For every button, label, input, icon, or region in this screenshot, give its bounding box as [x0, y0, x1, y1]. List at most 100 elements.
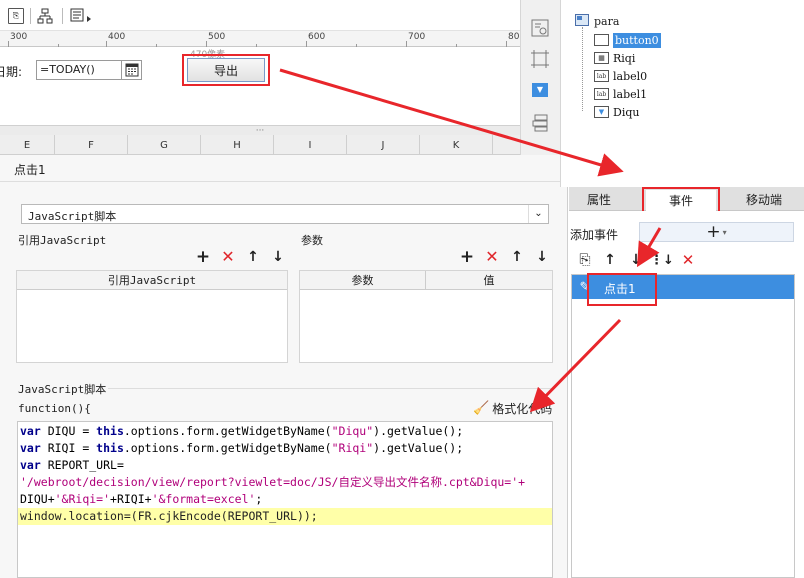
- arrow-up-icon[interactable]: ↑: [246, 250, 260, 264]
- button-widget-icon: [594, 34, 609, 46]
- event-list: ✎ 点击1: [571, 274, 795, 578]
- form-canvas: 日期: =TODAY() 470像素 导出: [0, 47, 520, 125]
- ref-js-table[interactable]: 引用JavaScript: [16, 270, 288, 363]
- dropdown-widget-icon: ▼: [594, 106, 609, 118]
- delete-icon[interactable]: ✕: [485, 249, 499, 265]
- tree-item-label0[interactable]: lab label0: [594, 67, 647, 85]
- copy-icon[interactable]: ⎘: [578, 253, 592, 267]
- tree-icon[interactable]: [37, 8, 53, 24]
- script-type-value: JavaScript脚本: [28, 210, 117, 223]
- code-line-1: var DIQU = this.options.form.getWidgetBy…: [20, 424, 464, 438]
- column-header[interactable]: H: [201, 135, 274, 155]
- delete-icon[interactable]: ✕: [681, 252, 695, 267]
- code-editor[interactable]: var DIQU = this.options.form.getWidgetBy…: [17, 421, 553, 578]
- column-header[interactable]: E: [0, 135, 55, 155]
- arrow-down-icon[interactable]: ↓: [629, 253, 643, 267]
- settings-icon[interactable]: [531, 19, 549, 37]
- events-tab-highlight: [642, 187, 720, 214]
- event-panel: 添加事件 + ▾ ⎘ ↑ ↓ ⋮↓ ✕ ✎ 点击1: [569, 211, 804, 578]
- ruler-tick: 80: [508, 32, 520, 42]
- label-widget-icon: lab: [594, 70, 609, 82]
- calendar-icon[interactable]: [125, 63, 139, 77]
- params-label: 参数: [301, 234, 323, 247]
- tree-item-label: label0: [613, 69, 648, 83]
- broom-icon: 🧹: [473, 400, 490, 416]
- code-line-5: DIQU+'&Riqi='+RIQI+'&format=excel';: [20, 492, 263, 506]
- function-header: function(){: [18, 402, 91, 415]
- date-divider: [121, 61, 122, 79]
- tree-item-label1[interactable]: lab label1: [594, 85, 647, 103]
- ruler-tick: 400: [108, 32, 126, 42]
- add-event-label: 添加事件: [570, 228, 619, 242]
- export-button-highlight: [182, 54, 270, 86]
- form-root-icon: [575, 14, 589, 26]
- js-section-label: JavaScript脚本: [18, 383, 107, 396]
- event-title: 点击1: [14, 163, 46, 177]
- arrow-down-icon[interactable]: ↓: [535, 250, 549, 264]
- date-widget-icon: ▦: [594, 52, 609, 64]
- params-table-header: 参数 值: [300, 271, 552, 290]
- ruler-tick: 500: [208, 32, 226, 42]
- add-icon[interactable]: +: [460, 248, 474, 265]
- frame-icon[interactable]: [531, 50, 549, 68]
- title-separator: [0, 181, 568, 182]
- label-widget-icon: lab: [594, 88, 609, 100]
- ref-js-column: 引用JavaScript: [107, 274, 197, 287]
- format-code-label: 格式化代码: [492, 401, 553, 416]
- layers-icon[interactable]: [531, 114, 549, 132]
- tree-item-label: Riqi: [613, 51, 636, 65]
- tab-label: 属性: [586, 192, 611, 207]
- date-label: 日期:: [0, 65, 23, 79]
- code-line-6: window.location=(FR.cjkEncode(REPORT_URL…: [20, 509, 318, 523]
- date-value: =TODAY(): [40, 63, 95, 76]
- move-bottom-icon[interactable]: ⋮↓: [650, 253, 674, 267]
- tab-mobile[interactable]: 移动端: [734, 187, 794, 211]
- tree-item-riqi[interactable]: ▦ Riqi: [594, 49, 635, 67]
- copy-icon[interactable]: ⎘: [8, 8, 24, 24]
- script-type-select[interactable]: JavaScript脚本 ⌄: [21, 204, 549, 224]
- tree-item-button0[interactable]: button0: [594, 31, 661, 49]
- chevron-down-icon[interactable]: ⌄: [528, 205, 548, 223]
- code-line-2: var RIQI = this.options.form.getWidgetBy…: [20, 441, 464, 455]
- format-code-button[interactable]: 🧹 格式化代码: [473, 399, 552, 417]
- date-input[interactable]: =TODAY(): [36, 60, 142, 80]
- ruler-tick: 600: [308, 32, 326, 42]
- event-item-highlight: [587, 273, 657, 306]
- tree-root[interactable]: para: [594, 15, 619, 28]
- arrow-up-icon[interactable]: ↑: [510, 250, 524, 264]
- chevron-down-icon: ▾: [722, 227, 727, 237]
- column-header[interactable]: G: [128, 135, 201, 155]
- column-header[interactable]: I: [274, 135, 347, 155]
- value-column: 值: [483, 274, 495, 287]
- tree-item-diqu[interactable]: ▼ Diqu: [594, 103, 639, 121]
- toolbar-divider: [30, 8, 31, 24]
- tab-properties[interactable]: 属性: [569, 187, 629, 211]
- event-editor: 点击1 JavaScript脚本 ⌄ 引用JavaScript 参数 + ✕ ↑…: [0, 155, 568, 578]
- dropdown-widget-icon[interactable]: ▼: [532, 83, 548, 97]
- js-section-line: [108, 388, 553, 389]
- ruler-tick: 300: [10, 32, 28, 42]
- widget-sidebar: ▼: [520, 0, 560, 155]
- ruler-tick: 700: [408, 32, 426, 42]
- params-table[interactable]: 参数 值: [299, 270, 553, 363]
- column-header[interactable]: F: [55, 135, 128, 155]
- splitter[interactable]: ···: [0, 125, 520, 136]
- ruler: 300 400 500 600 700 80: [0, 31, 520, 47]
- tree-item-label: button0: [613, 32, 661, 48]
- tree-item-label: Diqu: [613, 105, 640, 119]
- tree-item-label: label1: [613, 87, 648, 101]
- add-icon[interactable]: +: [196, 248, 210, 265]
- add-event-dropdown[interactable]: + ▾: [639, 222, 794, 242]
- code-line-4: '/webroot/decision/view/report?viewlet=d…: [20, 475, 526, 489]
- top-toolbar: ⎘: [0, 0, 520, 31]
- ref-js-label: 引用JavaScript: [18, 234, 107, 247]
- add-icon: +: [706, 222, 721, 242]
- column-header[interactable]: K: [420, 135, 493, 155]
- params-column: 参数: [351, 274, 374, 287]
- arrow-up-icon[interactable]: ↑: [603, 253, 617, 267]
- column-header[interactable]: J: [347, 135, 420, 155]
- form-icon[interactable]: [70, 8, 92, 24]
- arrow-down-icon[interactable]: ↓: [271, 250, 285, 264]
- code-line-3: var REPORT_URL=: [20, 458, 124, 472]
- delete-icon[interactable]: ✕: [221, 249, 235, 265]
